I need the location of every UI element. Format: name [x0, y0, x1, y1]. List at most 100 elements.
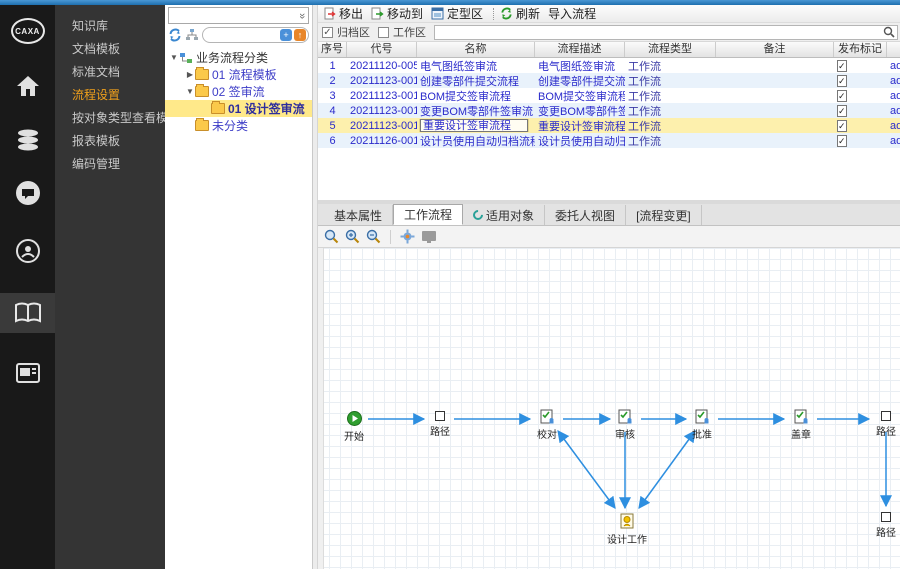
workflow-node-route1[interactable]: 路径 [410, 411, 470, 438]
tab-工作流程[interactable]: 工作流程 [393, 204, 463, 225]
tree-combo-select[interactable]: » [168, 7, 309, 24]
column-header-创建人[interactable]: 创建人 [887, 42, 900, 57]
route-node-icon[interactable] [435, 411, 445, 421]
refresh-tree-icon[interactable] [168, 28, 182, 42]
monitor-icon[interactable] [421, 230, 437, 244]
table-row[interactable]: 220211123-001创建零部件提交流程创建零部件提交流程工作流✓admin [318, 73, 900, 88]
route-node-icon[interactable] [881, 512, 891, 522]
column-header-代号[interactable]: 代号 [347, 42, 417, 57]
workflow-node-design[interactable]: 设计工作 [597, 513, 657, 546]
table-row[interactable]: 520211123-001重要设计签审流程重要设计签审流程工作流✓admin [318, 118, 900, 133]
name-edit-input[interactable]: 重要设计签审流程 [420, 119, 528, 132]
table-row[interactable]: 620211126-001设计员使用自动归档流程设计员使用自动归档...工作流✓… [318, 133, 900, 148]
tree-expanded-arrow-icon[interactable]: ▼ [169, 53, 179, 62]
column-header-流程类型[interactable]: 流程类型 [625, 42, 716, 57]
workflow-node-approve[interactable]: 批准 [672, 409, 732, 441]
folder-icon [195, 86, 209, 97]
published-checkbox[interactable]: ✓ [837, 135, 847, 147]
toolbar-button-刷新[interactable]: 刷新 [498, 6, 546, 22]
zoom-in-icon[interactable] [345, 229, 360, 244]
task-node-icon[interactable] [620, 513, 634, 529]
tab-label: 适用对象 [486, 207, 534, 224]
sidebar-item-知识库[interactable]: 知识库 [55, 15, 165, 38]
activity-node-icon[interactable] [618, 409, 633, 424]
toolbar-button-导入流程[interactable]: 导入流程 [546, 6, 602, 22]
activity-node-icon[interactable] [695, 409, 710, 424]
published-checkbox[interactable]: ✓ [837, 120, 847, 132]
toolbar-button-定型区[interactable]: 定型区 [429, 6, 489, 22]
zoom-out-icon[interactable] [366, 229, 381, 244]
tree-expanded-arrow-icon[interactable]: ▼ [185, 87, 195, 96]
work-area-checkbox[interactable] [378, 27, 389, 38]
tree-item-label: 业务流程分类 [196, 49, 268, 66]
route-node-icon[interactable] [881, 411, 891, 421]
tree-item-业务流程分类[interactable]: ▼ 业务流程分类 [165, 49, 312, 66]
workflow-node-route2[interactable]: 路径 [856, 411, 900, 438]
video-icon[interactable] [0, 353, 55, 393]
column-header-发布标记[interactable]: 发布标记 [834, 42, 887, 57]
settings-gear-icon[interactable] [400, 229, 415, 244]
tree-item-02 签审流[interactable]: ▼02 签审流 [165, 83, 312, 100]
column-header-序号[interactable]: 序号 [318, 42, 347, 57]
column-header-备注[interactable]: 备注 [716, 42, 834, 57]
caxa-logo[interactable]: CAXA [0, 11, 55, 51]
filter-next-icon[interactable]: + [280, 29, 292, 41]
activity-node-icon[interactable] [540, 409, 555, 424]
book-icon[interactable] [0, 293, 55, 333]
tree-item-01 流程模板[interactable]: ▶01 流程模板 [165, 66, 312, 83]
column-header-流程描述[interactable]: 流程描述 [535, 42, 625, 57]
archive-area-checkbox[interactable]: ✓ [322, 27, 333, 38]
cell-description: 电气图纸签审流 [535, 58, 625, 74]
published-checkbox[interactable]: ✓ [837, 75, 847, 87]
tab-基本属性[interactable]: 基本属性 [324, 205, 393, 225]
cell-type: 工作流 [625, 88, 716, 104]
workflow-diagram-canvas[interactable]: 开始路径校对审核批准盖章路径设计工作路径 [318, 248, 900, 569]
table-row[interactable]: 120211120-005电气图纸签审流电气图纸签审流工作流✓admin [318, 58, 900, 73]
refresh-icon [500, 7, 513, 20]
sidebar-item-编码管理[interactable]: 编码管理 [55, 153, 165, 176]
node-label: 开始 [344, 428, 364, 443]
cell-type: 工作流 [625, 103, 716, 119]
home-icon[interactable] [0, 66, 55, 106]
search-input[interactable] [434, 25, 898, 40]
tab-委托人视图[interactable]: 委托人视图 [545, 205, 626, 225]
workflow-node-route3[interactable]: 路径 [856, 512, 900, 539]
toolbar-button-移动到[interactable]: 移动到 [369, 6, 429, 22]
sidebar-item-按对象类型查看模板[interactable]: 按对象类型查看模板 [55, 107, 165, 130]
tree-item-01 设计签审流[interactable]: 01 设计签审流 [165, 100, 312, 117]
node-label: 路径 [876, 423, 896, 438]
org-structure-icon[interactable] [185, 28, 199, 42]
database-icon[interactable] [0, 120, 55, 160]
cell-code: 20211123-001 [347, 90, 417, 102]
support-icon[interactable] [0, 231, 55, 271]
sidebar-item-报表模板[interactable]: 报表模板 [55, 130, 165, 153]
column-header-名称[interactable]: 名称 [417, 42, 535, 57]
workflow-node-review[interactable]: 审核 [595, 409, 655, 441]
published-checkbox[interactable]: ✓ [837, 60, 847, 72]
table-row[interactable]: 320211123-001BOM提交签审流程BOM提交签审流程工作流✓admin [318, 88, 900, 103]
tab-流程变更[interactable]: [流程变更] [626, 205, 702, 225]
tree-filter-input[interactable]: + ↑ [202, 27, 309, 43]
toolbar-button-移出[interactable]: 移出 [321, 6, 369, 22]
table-row[interactable]: 420211123-001变更BOM零部件签审流变更BOM零部件签...工作流✓… [318, 103, 900, 118]
tree-item-未分类[interactable]: 未分类 [165, 117, 312, 134]
tree-collapsed-arrow-icon[interactable]: ▶ [185, 70, 195, 79]
tab-适用对象[interactable]: 适用对象 [463, 205, 545, 225]
tree-item-label: 未分类 [212, 117, 248, 134]
sidebar-item-流程设置[interactable]: 流程设置 [55, 84, 165, 107]
filter-locate-icon[interactable]: ↑ [294, 29, 306, 41]
published-checkbox[interactable]: ✓ [837, 90, 847, 102]
start-node-icon[interactable] [347, 411, 362, 426]
workflow-node-stamp[interactable]: 盖章 [771, 409, 831, 441]
sidebar-item-文档模板[interactable]: 文档模板 [55, 38, 165, 61]
zoom-icon[interactable] [324, 229, 339, 244]
sidebar-item-标准文档[interactable]: 标准文档 [55, 61, 165, 84]
workflow-node-check[interactable]: 校对 [517, 409, 577, 441]
chat-icon[interactable] [0, 173, 55, 213]
published-checkbox[interactable]: ✓ [837, 105, 847, 117]
search-icon[interactable] [883, 26, 895, 38]
workflow-node-start[interactable]: 开始 [324, 411, 384, 443]
activity-node-icon[interactable] [794, 409, 809, 424]
sidebar-menu: 知识库文档模板标准文档流程设置按对象类型查看模板报表模板编码管理 [55, 5, 165, 569]
cell-code: 20211120-005 [347, 60, 417, 72]
